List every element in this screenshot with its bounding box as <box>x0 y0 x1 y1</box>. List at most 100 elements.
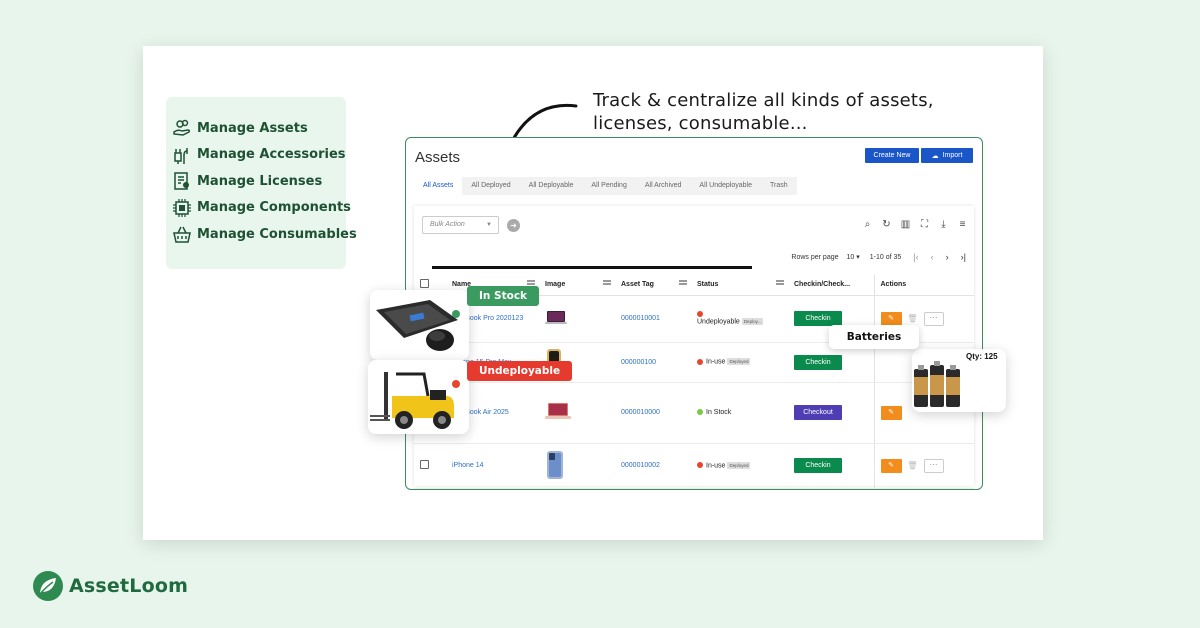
hand-coins-icon <box>173 120 191 137</box>
headline-line-1: Track & centralize all kinds of assets, <box>593 90 934 111</box>
trash-icon[interactable]: 🗑 <box>906 459 920 473</box>
import-button[interactable]: ☁ Import <box>921 148 973 163</box>
asset-tag-link[interactable]: 0000010000 <box>621 409 660 416</box>
status-dot <box>452 380 460 388</box>
trash-icon[interactable]: 🗑 <box>906 312 920 326</box>
last-page-icon[interactable]: ›| <box>961 252 966 262</box>
tab-all-assets[interactable]: All Assets <box>414 177 463 195</box>
checkin-button[interactable]: Checkin <box>794 311 842 326</box>
asset-tag-link[interactable]: 0000010001 <box>621 315 660 322</box>
col-status[interactable]: Status <box>691 275 788 296</box>
col-asset-tag[interactable]: Asset Tag <box>615 275 691 296</box>
rows-per-page-value: 10 <box>846 254 855 261</box>
status-label: In-use <box>706 462 726 470</box>
tab-all-undeployable[interactable]: All Undeployable <box>690 177 761 195</box>
select-all-checkbox[interactable] <box>420 279 429 289</box>
column-menu-icon[interactable] <box>527 280 535 282</box>
checkout-cell: Checkout <box>788 382 874 444</box>
col-asset-tag-label: Asset Tag <box>621 281 654 289</box>
fullscreen-icon[interactable]: ⛶ <box>919 219 930 230</box>
checkin-button[interactable]: Checkin <box>794 458 842 473</box>
tab-all-pending[interactable]: All Pending <box>582 177 635 195</box>
status-badge: Deployed <box>727 461 751 469</box>
row-select-cell <box>414 443 446 489</box>
keyboard-mouse-image <box>376 300 458 351</box>
asset-tag-link[interactable]: 0000010002 <box>621 462 660 469</box>
col-checkin[interactable]: Checkin/Check... <box>788 275 874 296</box>
feature-manage-licenses: Manage Licenses <box>172 168 346 195</box>
col-image[interactable]: Image <box>539 275 615 296</box>
columns-icon[interactable]: ▥ <box>900 219 911 230</box>
laptop-thumbnail <box>545 402 571 419</box>
refresh-icon[interactable]: ↻ <box>881 219 892 230</box>
bulk-action-select[interactable]: Bulk Action ▼ <box>422 216 499 234</box>
more-options-icon[interactable]: ··· <box>923 311 944 326</box>
status-dot <box>452 310 460 318</box>
asset-tag-cell: 0000010000 <box>615 382 691 444</box>
tab-all-deployable[interactable]: All Deployable <box>520 177 583 195</box>
assets-table: Name Image Asset Tag Status Checkin/Chec… <box>414 275 974 489</box>
tab-trash[interactable]: Trash <box>761 177 797 195</box>
search-icon[interactable]: ⌕ <box>862 219 873 230</box>
edit-icon[interactable]: ✎ <box>880 405 902 420</box>
forklift-card <box>368 360 469 434</box>
column-menu-icon[interactable] <box>679 280 687 282</box>
asset-tag-cell: 0000010001 <box>615 295 691 343</box>
in-stock-tag: In Stock <box>467 286 540 306</box>
forklift-image <box>370 372 454 429</box>
headline: Track & centralize all kinds of assets, … <box>593 89 934 135</box>
col-checkin-label: Checkin/Check... <box>794 281 851 289</box>
status-cell: In Stock <box>691 382 788 444</box>
asset-name-link[interactable]: iPhone 14 <box>452 462 484 469</box>
feature-label: Manage Accessories <box>197 147 346 163</box>
basket-icon <box>173 226 191 243</box>
status-dot <box>697 311 703 318</box>
tab-all-archived[interactable]: All Archived <box>636 177 691 195</box>
first-page-icon[interactable]: |‹ <box>913 252 918 262</box>
filter-icon[interactable]: ≡ <box>957 219 968 230</box>
more-options-icon[interactable]: ··· <box>923 458 944 473</box>
edit-icon[interactable]: ✎ <box>880 458 902 473</box>
page-range: 1-10 of 35 <box>869 253 902 261</box>
table-toolbar: ⌕ ↻ ▥ ⛶ ⤓ ≡ <box>862 219 968 230</box>
table-row: MacBook Air 2025 0000010000 In Stock Che… <box>414 382 974 444</box>
keyboard-mouse-card <box>370 290 469 360</box>
status-dot <box>697 409 703 416</box>
column-menu-icon[interactable] <box>776 280 784 282</box>
feature-manage-accessories: Manage Accessories <box>172 142 346 169</box>
checkin-button[interactable]: Checkin <box>794 354 842 370</box>
batteries-image <box>914 361 960 407</box>
column-menu-icon[interactable] <box>603 280 611 282</box>
asset-tabs: All Assets All Deployed All Deployable A… <box>414 177 797 195</box>
row-checkbox[interactable] <box>420 460 429 469</box>
status-badge: Deploy... <box>741 318 764 326</box>
download-icon[interactable]: ⤓ <box>938 219 949 230</box>
page-title: Assets <box>415 149 461 166</box>
horizontal-scrollbar[interactable] <box>432 266 752 269</box>
status-label: In-use <box>706 358 726 366</box>
feature-manage-consumables: Manage Consumables <box>172 221 357 248</box>
headline-line-2: licenses, consumable... <box>593 113 808 134</box>
tab-all-deployed[interactable]: All Deployed <box>462 177 519 195</box>
status-cell: In-use Deployed <box>691 342 788 383</box>
actions-cell: ✎ 🗑 ··· <box>873 443 974 489</box>
feature-label: Manage Licenses <box>197 173 323 189</box>
rows-per-page-select[interactable]: 10 ▾ <box>847 253 860 261</box>
bulk-action-placeholder: Bulk Action <box>430 221 465 228</box>
col-actions: Actions <box>873 275 974 296</box>
feature-label: Manage Components <box>197 200 351 216</box>
asset-tag-link[interactable]: 000000100 <box>621 359 656 366</box>
checkout-button[interactable]: Checkout <box>794 405 842 420</box>
image-cell <box>539 295 615 343</box>
edit-icon[interactable]: ✎ <box>880 311 902 326</box>
next-page-icon[interactable]: › <box>946 252 949 262</box>
feature-manage-components: Manage Components <box>172 195 351 222</box>
apply-arrow-button[interactable]: ➜ <box>507 219 520 232</box>
col-actions-label: Actions <box>880 281 907 289</box>
status-cell: Undeployable Deploy... <box>691 295 788 343</box>
rows-per-page-label: Rows per page <box>791 253 839 261</box>
create-new-button[interactable]: Create New <box>865 148 919 163</box>
status-label: In Stock <box>706 409 732 416</box>
status-label: Undeployable <box>697 318 740 326</box>
prev-page-icon[interactable]: ‹ <box>931 252 934 262</box>
